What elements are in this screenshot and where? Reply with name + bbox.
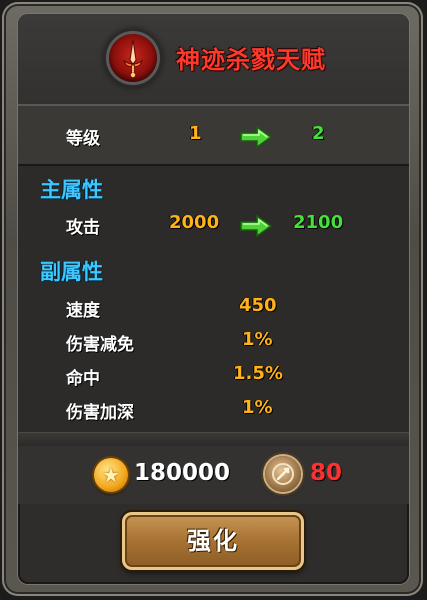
sub-attr-label: 速度 — [66, 301, 100, 321]
attack-next: 2100 — [293, 212, 344, 233]
sub-attr-label: 伤害减免 — [66, 335, 134, 355]
level-row: 等级 1 2 — [18, 106, 409, 166]
sub-attr-value: 450 — [239, 295, 277, 316]
panel-header: 神迹杀戮天赋 — [18, 14, 409, 106]
level-current: 1 — [189, 123, 202, 144]
sub-attr-value: 1.5% — [233, 363, 283, 384]
sub-attr-label: 伤害加深 — [66, 403, 134, 423]
sub-attributes-heading: 副属性 — [40, 260, 103, 284]
sub-attr-label: 命中 — [66, 369, 100, 389]
attributes-area: 主属性 攻击 2000 2100 副属性 速度 450 伤害减免 1% 命中 1… — [18, 166, 409, 432]
enhance-button[interactable]: 强化 — [122, 512, 304, 570]
attack-current: 2000 — [169, 212, 220, 233]
gold-coin-icon: ★ — [94, 458, 128, 492]
talent-panel: 神迹杀戮天赋 等级 1 2 主属性 攻击 2000 2100 副属性 速度 45… — [18, 14, 409, 584]
attack-label: 攻击 — [66, 218, 100, 238]
sub-attr-value: 1% — [242, 397, 273, 418]
upgrade-stone-icon — [265, 456, 301, 492]
talent-title: 神迹杀戮天赋 — [176, 46, 326, 74]
sub-attr-value: 1% — [242, 329, 273, 350]
enhance-button-label: 强化 — [187, 527, 239, 555]
level-label: 等级 — [66, 129, 100, 149]
gold-cost: 180000 — [134, 460, 231, 486]
main-attributes-heading: 主属性 — [40, 178, 103, 202]
arrow-right-icon — [240, 126, 272, 148]
stone-cost: 80 — [310, 460, 343, 486]
level-next: 2 — [312, 123, 325, 144]
arrow-right-icon — [240, 215, 272, 237]
sword-emblem-icon — [109, 34, 157, 82]
